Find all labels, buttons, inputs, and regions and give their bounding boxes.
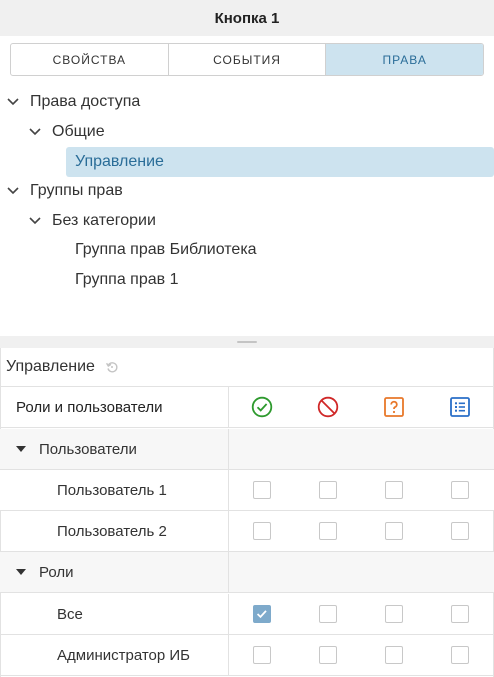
caret-down-icon[interactable] <box>16 569 26 575</box>
allow-checkbox[interactable] <box>253 646 271 664</box>
tree-node-rights-groups[interactable]: Группы прав <box>6 178 123 204</box>
window-title: Кнопка 1 <box>0 0 494 36</box>
group-row-roles[interactable]: Роли <box>0 552 494 593</box>
row-label: Пользователь 1 <box>0 470 229 510</box>
deny-icon[interactable] <box>317 396 339 418</box>
allow-checkbox[interactable] <box>253 522 271 540</box>
row-label: Пользователь 2 <box>0 511 229 551</box>
row-checkboxes <box>229 635 494 675</box>
row-checkboxes <box>229 511 494 551</box>
list-checkbox[interactable] <box>451 522 469 540</box>
splitter-grip[interactable] <box>237 341 257 343</box>
undefined-checkbox[interactable] <box>385 522 403 540</box>
group-label-text: Пользователи <box>39 440 137 458</box>
deny-checkbox[interactable] <box>319 646 337 664</box>
allow-icon[interactable] <box>251 396 273 418</box>
checkmark-icon <box>256 610 267 619</box>
row-label: Администратор ИБ <box>0 635 229 675</box>
allow-checkbox[interactable] <box>253 481 271 499</box>
permissions-title: Управление <box>6 358 95 375</box>
tree-node-access-rights[interactable]: Права доступа <box>6 89 140 115</box>
tree-node-label: Группы прав <box>30 182 123 199</box>
group-cells <box>229 552 494 592</box>
caret-down-icon[interactable] <box>16 446 26 452</box>
allow-checkbox[interactable] <box>253 605 271 623</box>
tree-node-label: Без категории <box>52 212 156 229</box>
deny-checkbox[interactable] <box>319 605 337 623</box>
table-row: Администратор ИБ <box>0 635 494 676</box>
group-cells <box>229 429 494 469</box>
chevron-down-icon[interactable] <box>6 184 20 198</box>
undefined-checkbox[interactable] <box>385 605 403 623</box>
list-checkbox[interactable] <box>451 646 469 664</box>
tree-node-label: Группа прав Библиотека <box>75 241 257 258</box>
tree-node-label: Права доступа <box>30 93 141 110</box>
roles-users-header: Роли и пользователи <box>0 387 229 427</box>
group-row-users[interactable]: Пользователи <box>0 429 494 470</box>
row-label: Все <box>0 594 229 634</box>
table-row: Все <box>0 594 494 635</box>
tree-node-group-library[interactable]: Группа прав Библиотека <box>75 237 257 263</box>
permission-columns <box>229 387 494 427</box>
table-row: Пользователь 1 <box>0 470 494 511</box>
undefined-checkbox[interactable] <box>385 646 403 664</box>
deny-checkbox[interactable] <box>319 481 337 499</box>
tree-node-no-category[interactable]: Без категории <box>28 208 156 234</box>
chevron-down-icon[interactable] <box>6 95 20 109</box>
list-icon[interactable] <box>449 396 471 418</box>
deny-checkbox[interactable] <box>319 522 337 540</box>
table-row: Пользователь 2 <box>0 511 494 552</box>
tree-node-group-1[interactable]: Группа прав 1 <box>75 267 178 293</box>
permissions-header: Управление <box>0 348 494 387</box>
panel-splitter[interactable] <box>0 336 494 348</box>
tree-node-label: Общие <box>52 123 105 140</box>
tab-events[interactable]: СОБЫТИЯ <box>169 44 327 75</box>
undefined-checkbox[interactable] <box>385 481 403 499</box>
tab-bar: СВОЙСТВА СОБЫТИЯ ПРАВА <box>10 43 484 76</box>
tree-node-management[interactable]: Управление <box>66 147 494 177</box>
group-label-text: Роли <box>39 563 74 581</box>
list-checkbox[interactable] <box>451 605 469 623</box>
undefined-icon[interactable] <box>383 396 405 418</box>
tree-node-label: Управление <box>75 153 164 170</box>
group-label: Пользователи <box>0 429 229 469</box>
group-label: Роли <box>0 552 229 592</box>
tree-node-label: Группа прав 1 <box>75 271 179 288</box>
list-checkbox[interactable] <box>451 481 469 499</box>
column-header-row: Роли и пользователи <box>0 387 494 428</box>
row-checkboxes <box>229 594 494 634</box>
permissions-panel: Управление Роли и пользователи Пользоват… <box>0 348 494 677</box>
chevron-down-icon[interactable] <box>28 214 42 228</box>
row-checkboxes <box>229 470 494 510</box>
tab-rights[interactable]: ПРАВА <box>326 44 483 75</box>
tree-node-general[interactable]: Общие <box>28 119 105 145</box>
reset-icon[interactable] <box>105 360 119 374</box>
tab-properties[interactable]: СВОЙСТВА <box>11 44 169 75</box>
chevron-down-icon[interactable] <box>28 125 42 139</box>
